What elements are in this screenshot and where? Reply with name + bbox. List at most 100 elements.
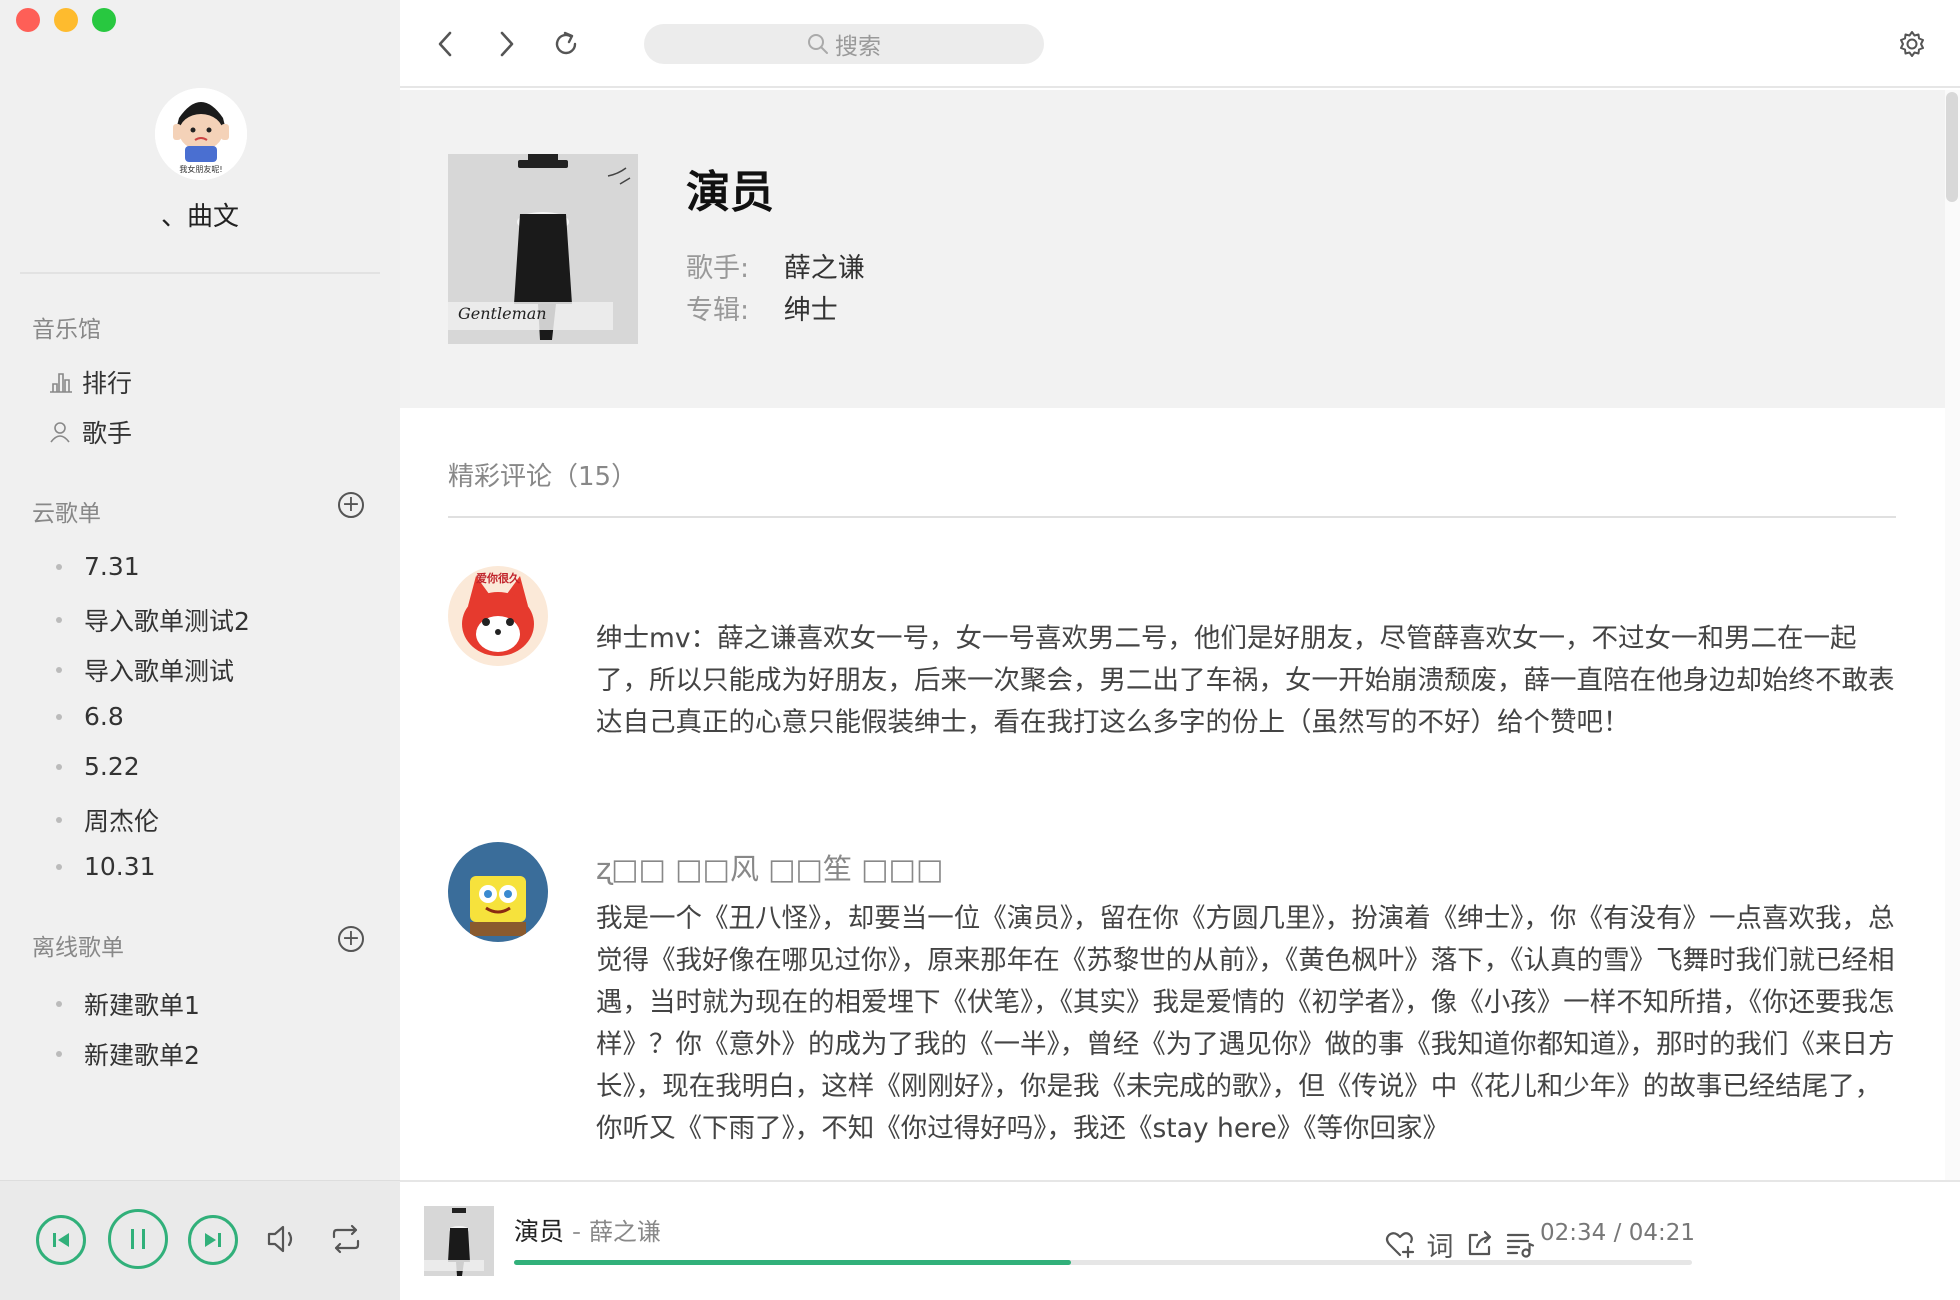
user-avatar[interactable]: 我女朋友呢! bbox=[155, 88, 247, 180]
chevron-left-icon bbox=[438, 31, 452, 57]
add-offline-playlist-button[interactable]: + bbox=[338, 926, 364, 952]
album-art-icon bbox=[424, 1206, 494, 1276]
back-button[interactable] bbox=[428, 26, 464, 62]
playlist-label: 周杰伦 bbox=[84, 807, 160, 836]
gear-icon bbox=[1900, 31, 1924, 57]
playlist-item[interactable]: 7.31 bbox=[56, 552, 140, 581]
now-playing-song[interactable]: 演员 bbox=[514, 1217, 564, 1246]
now-playing-artist[interactable]: 薛之谦 bbox=[589, 1218, 661, 1246]
refresh-button[interactable] bbox=[548, 26, 584, 62]
comments-title: 精彩评论（15） bbox=[448, 462, 638, 492]
playback-time: 02:34 / 04:21 bbox=[1540, 1220, 1695, 1246]
search-input[interactable]: 搜索 bbox=[644, 24, 1044, 64]
scrollbar-thumb[interactable] bbox=[1946, 92, 1958, 202]
song-album-row: 专辑: 绅士 bbox=[686, 288, 838, 327]
heart-add-icon bbox=[1385, 1232, 1415, 1259]
album-link[interactable]: 绅士 bbox=[784, 295, 838, 326]
repeat-mode-button[interactable] bbox=[328, 1221, 364, 1257]
sidebar-item-ranking[interactable]: 排行 bbox=[48, 364, 132, 400]
bullet-icon bbox=[56, 863, 62, 870]
search-icon bbox=[808, 34, 828, 54]
album-cover[interactable]: Gentleman bbox=[448, 154, 638, 344]
close-window-button[interactable] bbox=[16, 8, 40, 32]
playlist-item[interactable]: 新建歌单1 bbox=[56, 986, 200, 1022]
comment-text-container: 我是一个《丑八怪》，却要当一位《演员》，留在你《方圆几里》，扮演着《绅士》，你《… bbox=[596, 898, 1896, 1180]
bullet-icon bbox=[56, 817, 62, 823]
playlist-item[interactable]: 导入歌单测试 bbox=[56, 652, 234, 688]
comments-divider bbox=[448, 516, 1896, 518]
playlist-item[interactable]: 导入歌单测试2 bbox=[56, 602, 250, 638]
forward-button[interactable] bbox=[488, 26, 524, 62]
now-playing-bar: 演员 - 薛之谦 02:34 / 04:21 词 bbox=[400, 1180, 1960, 1300]
comment-avatar[interactable]: 爱你很久 bbox=[448, 566, 548, 666]
sidebar: 我女朋友呢! 、曲文 音乐馆 排行 歌手 云歌单 + 7.31 导入歌单测试2 … bbox=[0, 0, 400, 1180]
like-button[interactable] bbox=[1382, 1226, 1418, 1262]
cloud-playlists-section-title: 云歌单 bbox=[32, 501, 101, 527]
spongebob-avatar-icon bbox=[448, 842, 548, 942]
progress-fill bbox=[514, 1260, 1072, 1265]
playlist-label: 新建歌单1 bbox=[84, 991, 200, 1020]
share-button[interactable] bbox=[1462, 1226, 1498, 1262]
comment-text: 绅士mv：薛之谦喜欢女一号，女一号喜欢男二号，他们是好朋友，尽管薛喜欢女一，不过… bbox=[596, 623, 1895, 738]
scrollbar-track[interactable] bbox=[1945, 90, 1960, 1180]
playlist-label: 导入歌单测试 bbox=[84, 657, 235, 686]
lyrics-button[interactable]: 词 bbox=[1422, 1226, 1458, 1263]
bullet-icon bbox=[56, 1001, 62, 1007]
chevron-right-icon bbox=[500, 31, 514, 57]
song-header: Gentleman 演员 歌手: 薛之谦 专辑: 绅士 bbox=[400, 90, 1945, 408]
playback-controls bbox=[0, 1180, 400, 1300]
total-time: 04:21 bbox=[1628, 1220, 1695, 1246]
next-track-button[interactable] bbox=[188, 1215, 238, 1265]
pause-icon bbox=[131, 1229, 145, 1249]
bullet-icon bbox=[56, 617, 62, 623]
bullet-icon bbox=[56, 667, 62, 673]
user-icon bbox=[50, 422, 70, 443]
previous-track-button[interactable] bbox=[36, 1215, 86, 1265]
username[interactable]: 、曲文 bbox=[0, 196, 400, 233]
pause-button[interactable] bbox=[108, 1209, 168, 1269]
playlist-label: 6.8 bbox=[84, 702, 124, 731]
title-separator: - bbox=[564, 1217, 589, 1246]
sidebar-item-singers[interactable]: 歌手 bbox=[48, 414, 132, 450]
playlist-item[interactable]: 新建歌单2 bbox=[56, 1036, 200, 1072]
playlist-item[interactable]: 10.31 bbox=[56, 852, 156, 881]
skip-previous-icon bbox=[53, 1233, 69, 1247]
playlist-icon bbox=[1506, 1233, 1535, 1258]
skip-next-icon bbox=[205, 1233, 221, 1247]
bullet-icon bbox=[56, 563, 62, 570]
music-hall-section-title: 音乐馆 bbox=[32, 317, 101, 343]
repeat-icon bbox=[332, 1224, 360, 1254]
playlist-label: 新建歌单2 bbox=[84, 1041, 200, 1070]
playlist-item[interactable]: 6.8 bbox=[56, 702, 124, 731]
cover-text: Gentleman bbox=[458, 304, 547, 323]
playlist-item[interactable]: 5.22 bbox=[56, 752, 140, 781]
playlist-label: 5.22 bbox=[84, 752, 140, 781]
zoom-window-button[interactable] bbox=[92, 8, 116, 32]
avatar-caption: 我女朋友呢! bbox=[179, 165, 223, 174]
refresh-icon bbox=[555, 31, 577, 55]
playlist-item[interactable]: 周杰伦 bbox=[56, 802, 159, 838]
playlist-label: 7.31 bbox=[84, 552, 140, 581]
settings-button[interactable] bbox=[1894, 26, 1930, 62]
bullet-icon bbox=[56, 713, 62, 720]
album-label: 专辑: bbox=[686, 295, 750, 326]
chart-bar-icon bbox=[50, 373, 72, 393]
window-controls bbox=[16, 8, 116, 32]
comment-avatar[interactable] bbox=[448, 842, 548, 942]
bullet-icon bbox=[56, 1051, 62, 1057]
playlist-queue-button[interactable] bbox=[1502, 1226, 1538, 1262]
song-artist-row: 歌手: 薛之谦 bbox=[686, 246, 865, 285]
artist-label: 歌手: bbox=[686, 253, 750, 284]
artist-link[interactable]: 薛之谦 bbox=[784, 253, 865, 284]
now-playing-cover[interactable] bbox=[424, 1206, 494, 1276]
current-time: 02:34 bbox=[1540, 1220, 1607, 1246]
bullet-icon bbox=[56, 763, 62, 770]
minimize-window-button[interactable] bbox=[54, 8, 78, 32]
share-icon bbox=[1468, 1230, 1492, 1256]
offline-playlists-section-title: 离线歌单 bbox=[32, 935, 124, 961]
volume-button[interactable] bbox=[264, 1221, 300, 1257]
add-cloud-playlist-button[interactable]: + bbox=[338, 492, 364, 518]
time-separator: / bbox=[1606, 1220, 1629, 1246]
playlist-label: 10.31 bbox=[84, 852, 156, 881]
comment-username[interactable]: ʐ□□ □□风 □□笙 □□□ bbox=[596, 846, 943, 888]
